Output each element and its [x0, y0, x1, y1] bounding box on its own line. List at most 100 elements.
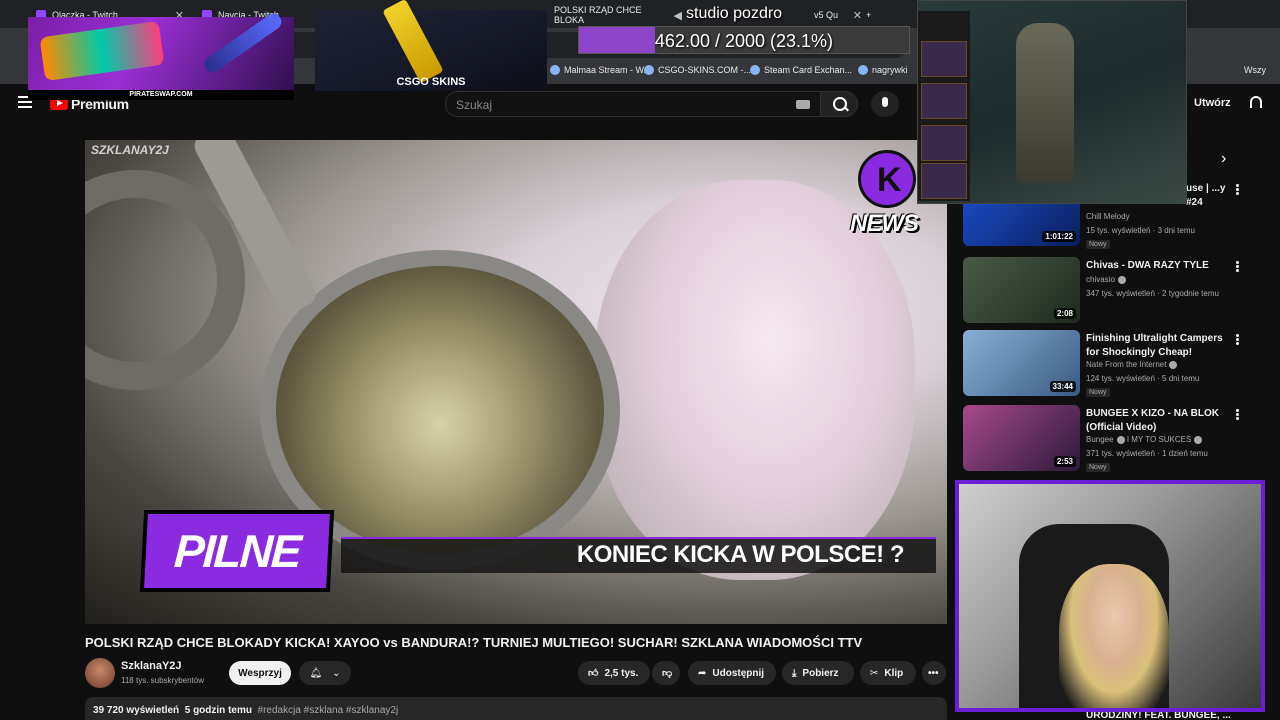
clip-button[interactable]: ✂ Klip — [860, 661, 916, 685]
verified-icon — [1116, 435, 1125, 444]
tab-label: v5 Qu — [814, 10, 839, 20]
inventory-card — [921, 125, 967, 161]
sponsor-url: PIRATESWAP.COM — [28, 90, 294, 100]
recommended-video[interactable]: 33:44 Finishing Ultralight Campers for S… — [963, 330, 1263, 400]
duration-badge: 33:44 — [1049, 381, 1076, 392]
video-watermark: SZKLANAY2J — [91, 143, 169, 157]
streamer — [1059, 564, 1169, 708]
microphone-icon[interactable] — [871, 91, 899, 117]
tab-other[interactable]: v5 Qu ✕ — [808, 4, 868, 26]
video-player[interactable]: SZKLANAY2J NEWS PILNE KONIEC KICKA W POL… — [85, 140, 947, 624]
bookmark-steam[interactable]: Steam Card Exchan... — [750, 62, 852, 78]
keyboard-icon[interactable] — [796, 100, 810, 109]
channel-name[interactable]: Nate From the Internet — [1086, 360, 1178, 369]
more-icon[interactable] — [1235, 261, 1239, 273]
knife-skin-image — [382, 0, 444, 84]
overlay-text: studio pozdro — [686, 5, 783, 22]
subscription-button[interactable]: 🔔︎ ⌄ — [299, 661, 351, 685]
notifications-icon[interactable] — [1250, 96, 1262, 108]
more-icon[interactable] — [1235, 334, 1239, 346]
channel-name[interactable]: SzklanaY2J — [121, 660, 182, 672]
knife-skin-image — [201, 10, 285, 76]
video-title[interactable]: Finishing Ultralight Campers for Shockin… — [1086, 332, 1231, 360]
duration-badge: 2:53 — [1053, 456, 1076, 467]
bookmark-csgo[interactable]: CSGO-SKINS.COM -... — [644, 62, 751, 78]
chevron-down-icon: ⌄ — [332, 667, 341, 679]
video-meta: 347 tys. wyświetleń · 2 tygodnie temu — [1086, 289, 1219, 298]
bookmark-icon — [858, 65, 868, 75]
video-meta: 124 tys. wyświetleń · 5 dni temu — [1086, 374, 1200, 383]
webcam-overlay — [955, 480, 1265, 712]
video-thumbnail[interactable]: 33:44 — [963, 330, 1080, 396]
pistol-skin-image — [39, 20, 165, 82]
description-box[interactable]: 39 720 wyświetleń 5 godzin temu #redakcj… — [85, 697, 947, 720]
video-title: POLSKI RZĄD CHCE BLOKADY KICKA! XAYOO vs… — [85, 635, 863, 650]
bookmark-icon — [750, 65, 760, 75]
thumbs-up-icon: 👍︎ — [588, 668, 599, 679]
donation-goal-bar: 462.00 / 2000 (23.1%) — [578, 26, 910, 54]
bookmark-icon — [550, 65, 560, 75]
duration-badge: 1:01:22 — [1042, 231, 1076, 242]
csgo-skins-label: CSGO SKINS — [396, 76, 466, 88]
game-character — [1016, 23, 1074, 183]
join-button[interactable]: Wesprzyj — [229, 661, 291, 685]
share-icon: ➦ — [698, 667, 707, 679]
news-label: NEWS — [850, 210, 919, 237]
bookmark-icon — [644, 65, 654, 75]
search-input[interactable]: Szukaj — [445, 91, 820, 117]
chevron-right-icon[interactable]: › — [1221, 150, 1226, 168]
upload-age: 5 godzin temu — [184, 705, 252, 716]
like-button[interactable]: 👍︎ 2,5 tys. — [578, 661, 650, 685]
bookmark-nagrywki[interactable]: nagrywki — [858, 62, 908, 78]
new-badge: Nowy — [1086, 463, 1110, 472]
more-icon[interactable] — [1235, 184, 1239, 196]
tab-youtube[interactable]: POLSKI RZĄD CHCE BLOKA ◀ — [548, 4, 688, 26]
search-button[interactable] — [820, 91, 858, 117]
video-caption: KONIEC KICKA W POLSCE! ? — [341, 537, 936, 573]
video-thumbnail[interactable]: 2:08 — [963, 257, 1080, 323]
channel-avatar[interactable] — [85, 658, 115, 688]
inventory-card — [921, 83, 967, 119]
channel-name[interactable]: Chill Melody — [1086, 212, 1130, 221]
inventory-panel — [918, 11, 970, 201]
more-icon[interactable] — [1235, 409, 1239, 421]
bell-icon: 🔔︎ — [309, 667, 323, 679]
more-actions-button[interactable]: ••• — [922, 661, 946, 685]
more-icon: ••• — [928, 667, 939, 679]
sponsor-overlay-csgo: CSGO SKINS — [315, 0, 547, 91]
new-tab-button[interactable]: + — [860, 4, 880, 26]
video-meta: 15 tys. wyświetleń · 3 dni temu — [1086, 226, 1195, 235]
thumbs-down-icon: 👎︎ — [662, 668, 673, 679]
tab-label: POLSKI RZĄD CHCE BLOKA — [554, 5, 642, 25]
verified-icon — [1194, 435, 1203, 444]
video-meta: 371 tys. wyświetleń · 1 dzień temu — [1086, 449, 1208, 458]
goal-label: 462.00 / 2000 (23.1%) — [654, 31, 834, 51]
create-button[interactable]: Utwórz — [1194, 97, 1231, 109]
new-badge: Nowy — [1086, 388, 1110, 397]
verified-icon — [1117, 275, 1126, 284]
pilne-banner: PILNE — [139, 510, 335, 592]
pot-rim — [85, 170, 245, 390]
video-thumbnail[interactable]: 2:53 — [963, 405, 1080, 471]
dislike-button[interactable]: 👎︎ — [652, 661, 680, 685]
inventory-card — [921, 41, 967, 77]
channel-name[interactable]: Bungee I MY TO SUKCES — [1086, 435, 1203, 444]
subscriber-count: 118 tys. subskrybentów — [121, 676, 205, 685]
scissors-icon: ✂ — [870, 667, 879, 679]
recommended-video[interactable]: 2:08 Chivas - DWA RAZY TYLE chivasio 347… — [963, 257, 1263, 327]
new-badge: Nowy — [1086, 240, 1110, 249]
verified-icon — [1169, 360, 1178, 369]
recommended-video[interactable]: 2:53 BUNGEE X KIZO - NA BLOK (Official V… — [963, 405, 1263, 475]
download-button[interactable]: ⤓ Pobierz — [782, 661, 854, 685]
kick-logo-icon — [858, 150, 916, 208]
share-button[interactable]: ➦ Udostępnij — [688, 661, 776, 685]
bookmark-malmaa[interactable]: Malmaa Stream - W... — [550, 62, 651, 78]
video-title[interactable]: BUNGEE X KIZO - NA BLOK (Official Video) — [1086, 407, 1231, 435]
video-title[interactable]: Chivas - DWA RAZY TYLE — [1086, 259, 1231, 273]
bookmark-all[interactable]: Wszy — [1244, 62, 1266, 78]
channel-name[interactable]: chivasio — [1086, 275, 1126, 284]
game-overlay — [917, 0, 1187, 204]
download-icon: ⤓ — [792, 667, 797, 679]
audio-icon: ◀ — [673, 9, 682, 22]
hashtags[interactable]: #redakcja #szklana #szklanay2j — [258, 705, 399, 716]
